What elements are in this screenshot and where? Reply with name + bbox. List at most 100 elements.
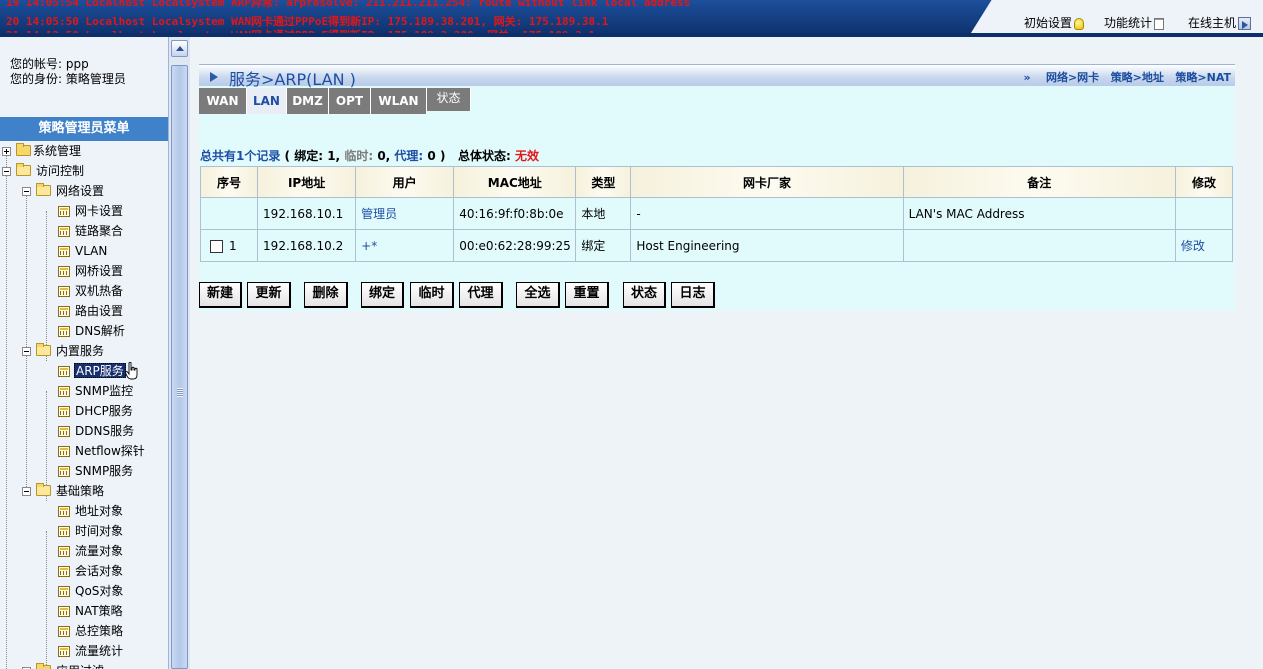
cell-mac: 40:16:9f:f0:8b:0e (453, 197, 577, 230)
arp-table: 序号 IP地址 用户 MAC地址 类型 网卡厂家 备注 修改 192.168.1… (199, 166, 1234, 262)
quick-links-marker: » (1023, 71, 1031, 84)
menu-label: 基础策略 (56, 484, 105, 498)
proxy-button[interactable]: 代理 (459, 282, 503, 308)
page-icon (58, 226, 70, 237)
menu-label: 地址对象 (75, 504, 124, 518)
menu-label: NAT策略 (75, 604, 123, 618)
cell-seq (199, 197, 259, 230)
scroll-up-button[interactable] (171, 40, 188, 57)
online-hosts-label: 在线主机 (1188, 16, 1237, 30)
summary-total: 总共有1个记录 (200, 149, 281, 163)
col-header-seq: 序号 (199, 166, 259, 198)
cell-vendor: - (630, 197, 904, 230)
col-header-edit: 修改 (1174, 166, 1234, 198)
left-panel: 您的帐号: ppp 您的身份: 策略管理员 策略管理员菜单 系统管理 访问控制 … (0, 37, 168, 669)
page-icon (58, 626, 70, 637)
online-hosts-link[interactable]: 在线主机 (1188, 14, 1252, 31)
record-summary: 总共有1个记录 ( 绑定: 1, 临时: 0, 代理: 0 ) 总体状态: 无效 (200, 147, 539, 164)
ticker-line: 19 14:05:54 Localhost Localsystem ARP异常:… (6, 0, 691, 9)
hand-cursor-icon (125, 362, 138, 380)
page-icon (58, 366, 70, 377)
collapse-icon[interactable] (22, 187, 31, 196)
temporary-button[interactable]: 临时 (410, 282, 454, 308)
col-header-note: 备注 (902, 166, 1176, 198)
menu-label: 网卡设置 (75, 204, 124, 218)
tab-lan[interactable]: LAN (247, 88, 287, 114)
collapse-icon[interactable] (2, 167, 11, 176)
feature-stats-link[interactable]: 功能统计 (1104, 14, 1165, 31)
tab-dmz[interactable]: DMZ (287, 88, 329, 114)
menu-label: 路由设置 (75, 304, 124, 318)
menu-label: 总控策略 (75, 624, 124, 638)
collapse-icon[interactable] (22, 347, 31, 356)
cell-ip: 192.168.10.2 (257, 229, 357, 262)
row-checkbox[interactable] (210, 239, 223, 253)
col-header-type: 类型 (575, 166, 632, 198)
page-icon (58, 326, 70, 337)
menu-label: DHCP服务 (75, 404, 133, 418)
summary-proxy-value: 0 ) (427, 149, 446, 163)
summary-temp-label: 临时: (344, 149, 374, 163)
menu-label: DDNS服务 (75, 424, 135, 438)
link-policy-nat[interactable]: 策略>NAT (1175, 71, 1231, 84)
log-button[interactable]: 日志 (671, 282, 715, 308)
page-icon (58, 546, 70, 557)
menu-label: 内置服务 (56, 344, 105, 358)
summary-status-value: 无效 (514, 149, 539, 163)
document-icon (1154, 17, 1165, 30)
quick-links: » 网络>网卡 策略>地址 策略>NAT (1024, 69, 1231, 85)
menu-label: 系统管理 (33, 144, 82, 158)
page-icon (58, 606, 70, 617)
menu-label: 会话对象 (75, 564, 124, 578)
tab-wan[interactable]: WAN (199, 88, 247, 114)
table-header-row: 序号 IP地址 用户 MAC地址 类型 网卡厂家 备注 修改 (199, 166, 1234, 198)
menu-label: 流量对象 (75, 544, 124, 558)
page-title: 服务>ARP(LAN ) (229, 70, 356, 89)
expand-icon[interactable] (2, 147, 11, 156)
tab-opt[interactable]: OPT (329, 88, 371, 114)
link-network-nic[interactable]: 网络>网卡 (1046, 71, 1099, 84)
left-panel-scrollbar[interactable] (168, 37, 190, 669)
tab-status[interactable]: 状态 (427, 88, 471, 111)
update-button[interactable]: 更新 (247, 282, 291, 308)
init-settings-link[interactable]: 初始设置 (1024, 14, 1085, 31)
menu-label: SNMP服务 (75, 464, 134, 478)
main-area: 服务>ARP(LAN ) » 网络>网卡 策略>地址 策略>NAT WAN LA… (190, 37, 1263, 669)
page-icon (58, 266, 70, 277)
menu-label: 双机热备 (75, 284, 124, 298)
edit-link[interactable]: 修改 (1174, 229, 1234, 262)
menu-label: 时间对象 (75, 524, 124, 538)
reset-button[interactable]: 重置 (565, 282, 609, 308)
title-bar: 服务>ARP(LAN ) » 网络>网卡 策略>地址 策略>NAT (199, 64, 1235, 89)
menu-label: 链路聚合 (75, 224, 124, 238)
scroll-thumb[interactable] (171, 65, 188, 669)
cell-type: 绑定 (575, 229, 632, 262)
tree-line (46, 531, 47, 669)
cell-ip: 192.168.10.1 (257, 197, 357, 230)
link-policy-address[interactable]: 策略>地址 (1111, 71, 1164, 84)
col-header-user: 用户 (355, 166, 455, 198)
folder-icon (36, 663, 51, 669)
log-ticker: 19 14:05:54 Localhost Localsystem ARP异常:… (0, 0, 950, 37)
cell-user-link[interactable]: +* (355, 229, 455, 262)
cell-user-link[interactable]: 管理员 (355, 197, 455, 230)
page-icon (58, 246, 70, 257)
cell-mac: 00:e0:62:28:99:25 (453, 229, 577, 262)
status-button[interactable]: 状态 (623, 282, 666, 308)
page-icon (58, 466, 70, 477)
select-all-button[interactable]: 全选 (516, 282, 560, 308)
new-button[interactable]: 新建 (199, 282, 242, 308)
triangle-right-icon (210, 72, 218, 82)
collapse-icon[interactable] (22, 487, 31, 496)
bind-button[interactable]: 绑定 (361, 282, 404, 308)
delete-button[interactable]: 删除 (304, 282, 348, 308)
menu-label: 网络设置 (56, 184, 105, 198)
cell-note: LAN's MAC Address (902, 197, 1176, 230)
col-header-mac: MAC地址 (453, 166, 577, 198)
arrow-right-icon (1238, 17, 1252, 30)
summary-status-label: 总体状态: (457, 149, 511, 163)
tab-wlan[interactable]: WLAN (371, 88, 427, 114)
account-info: 您的帐号: ppp 您的身份: 策略管理员 (10, 57, 126, 87)
menu-label: 访问控制 (36, 164, 85, 178)
top-bar: 19 14:05:54 Localhost Localsystem ARP异常:… (0, 0, 1263, 37)
